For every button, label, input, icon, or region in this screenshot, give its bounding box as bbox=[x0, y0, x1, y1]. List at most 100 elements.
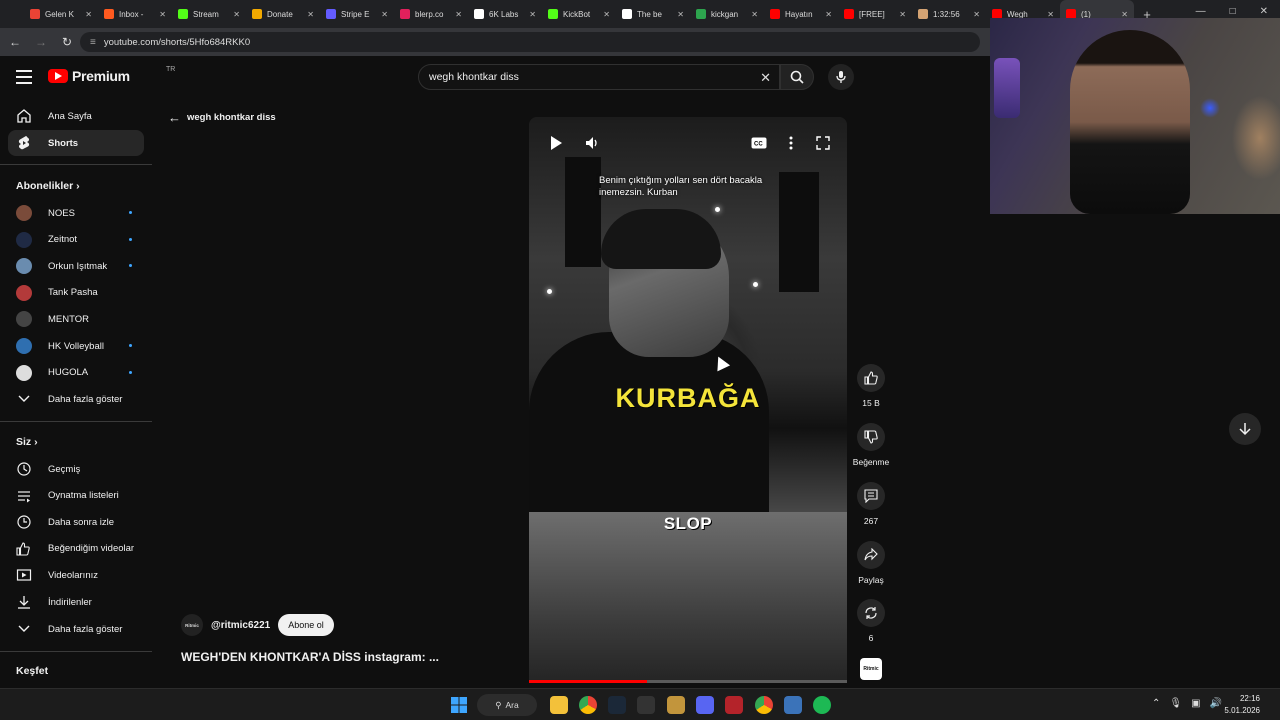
volume-icon[interactable]: 🔊 bbox=[1210, 698, 1222, 709]
browser-tab[interactable]: kickgan ✕ bbox=[690, 0, 764, 28]
close-tab-icon[interactable]: ✕ bbox=[603, 10, 610, 19]
explore-heading[interactable]: Keşfet bbox=[16, 665, 48, 677]
sidebar-item-subscription[interactable]: Tank Pasha bbox=[8, 280, 144, 306]
browser-tab[interactable]: blerp.co ✕ bbox=[394, 0, 468, 28]
subscribe-button[interactable]: Abone ol bbox=[278, 614, 334, 636]
dislike-button[interactable]: Beğenme bbox=[846, 423, 896, 467]
you-heading[interactable]: Siz › bbox=[16, 436, 38, 448]
app-icon[interactable] bbox=[725, 696, 743, 714]
taskbar-clock[interactable]: 22:16 5.01.2026 bbox=[1224, 693, 1260, 717]
chrome-active-icon[interactable] bbox=[755, 696, 773, 714]
browser-tab[interactable]: KickBot ✕ bbox=[542, 0, 616, 28]
display-icon[interactable]: ▣ bbox=[1191, 698, 1200, 709]
close-tab-icon[interactable]: ✕ bbox=[455, 10, 462, 19]
reload-icon[interactable]: ↻ bbox=[60, 35, 74, 49]
back-icon[interactable]: ← bbox=[8, 35, 22, 49]
sidebar-item-watch-later[interactable]: Daha sonra izle bbox=[8, 509, 144, 535]
sidebar-item-subscription[interactable]: NOES bbox=[8, 200, 144, 226]
chevron-up-icon[interactable]: ⌃ bbox=[1152, 698, 1160, 709]
taskbar-search[interactable]: ⚲ Ara bbox=[477, 694, 537, 716]
share-button[interactable]: Paylaş bbox=[851, 541, 891, 585]
discord-icon[interactable] bbox=[696, 696, 714, 714]
menu-icon[interactable] bbox=[16, 70, 32, 88]
chrome-icon[interactable] bbox=[579, 696, 597, 714]
channel-handle[interactable]: @ritmic6221 bbox=[211, 620, 270, 631]
sidebar-item-liked-videos[interactable]: Beğendiğim videolar bbox=[8, 536, 144, 562]
search-button[interactable] bbox=[780, 64, 814, 90]
close-tab-icon[interactable]: ✕ bbox=[159, 10, 166, 19]
sidebar-item-history[interactable]: Geçmiş bbox=[8, 456, 144, 482]
browser-tab[interactable]: Inbox - ✕ bbox=[98, 0, 172, 28]
youtube-logo[interactable]: Premium TR bbox=[48, 66, 175, 84]
browser-tab[interactable]: 1:32:56 ✕ bbox=[912, 0, 986, 28]
sidebar-item-subscription[interactable]: MENTOR bbox=[8, 306, 144, 332]
browser-tab[interactable]: Stream ✕ bbox=[172, 0, 246, 28]
back-to-search[interactable]: ← wegh khontkar diss bbox=[168, 110, 276, 125]
sound-channel-thumbnail[interactable]: Ritmic bbox=[860, 658, 882, 680]
show-more-you[interactable]: Daha fazla göster bbox=[8, 616, 144, 642]
forward-icon[interactable]: → bbox=[34, 35, 48, 49]
close-tab-icon[interactable]: ✕ bbox=[233, 10, 240, 19]
close-tab-icon[interactable]: ✕ bbox=[677, 10, 684, 19]
browser-tab[interactable]: 6K Labs ✕ bbox=[468, 0, 542, 28]
subscriptions-heading[interactable]: Abonelikler › bbox=[16, 180, 80, 192]
epic-games-icon[interactable] bbox=[637, 696, 655, 714]
browser-tab[interactable]: The be ✕ bbox=[616, 0, 690, 28]
maximize-icon[interactable]: □ bbox=[1230, 6, 1236, 17]
clear-search-icon[interactable]: ✕ bbox=[760, 70, 771, 86]
close-tab-icon[interactable]: ✕ bbox=[825, 10, 832, 19]
app-icon[interactable] bbox=[667, 696, 685, 714]
voice-search-button[interactable] bbox=[828, 64, 854, 90]
sidebar-item-home[interactable]: Ana Sayfa bbox=[8, 103, 144, 129]
browser-tab[interactable]: Gelen K ✕ bbox=[24, 0, 98, 28]
shorts-icon bbox=[16, 135, 32, 151]
sidebar-item-subscription[interactable]: Zeitnot bbox=[8, 227, 144, 253]
tab-title: KickBot bbox=[563, 9, 591, 19]
shorts-video-player[interactable]: CC Benim çıktığım yolları sen dört bacak… bbox=[529, 117, 847, 683]
captions-button[interactable]: CC bbox=[748, 132, 770, 154]
show-more-subscriptions[interactable]: Daha fazla göster bbox=[8, 386, 144, 412]
close-tab-icon[interactable]: ✕ bbox=[381, 10, 388, 19]
site-info-icon[interactable]: ≡ bbox=[90, 37, 96, 48]
sidebar-item-label: Daha fazla göster bbox=[48, 623, 123, 635]
sidebar-item-subscription[interactable]: HUGOLA bbox=[8, 360, 144, 386]
spotify-icon[interactable] bbox=[813, 696, 831, 714]
sidebar-item-your-videos[interactable]: Videolarınız bbox=[8, 562, 144, 588]
browser-tab[interactable]: Hayatın ✕ bbox=[764, 0, 838, 28]
browser-tab[interactable]: [FREE] ✕ bbox=[838, 0, 912, 28]
sidebar-item-subscription[interactable]: Orkun Işıtmak bbox=[8, 253, 144, 279]
play-button[interactable] bbox=[545, 132, 567, 154]
close-tab-icon[interactable]: ✕ bbox=[973, 10, 980, 19]
search-input[interactable] bbox=[429, 71, 749, 83]
close-tab-icon[interactable]: ✕ bbox=[85, 10, 92, 19]
close-tab-icon[interactable]: ✕ bbox=[529, 10, 536, 19]
windows-start-icon[interactable] bbox=[450, 696, 468, 714]
video-title[interactable]: WEGH'DEN KHONTKAR'A DİSS instagram: ... bbox=[181, 650, 439, 664]
close-tab-icon[interactable]: ✕ bbox=[899, 10, 906, 19]
close-tab-icon[interactable]: ✕ bbox=[307, 10, 314, 19]
microphone-icon[interactable]: 🎙 bbox=[1169, 698, 1182, 709]
sidebar-item-downloads[interactable]: İndirilenler bbox=[8, 589, 144, 615]
browser-tab[interactable]: Stripe E ✕ bbox=[320, 0, 394, 28]
fullscreen-button[interactable] bbox=[812, 132, 834, 154]
app-icon[interactable] bbox=[784, 696, 802, 714]
mute-button[interactable] bbox=[581, 132, 603, 154]
more-options-button[interactable] bbox=[780, 132, 802, 154]
sidebar-item-subscription[interactable]: HK Volleyball bbox=[8, 333, 144, 359]
search-box[interactable]: ✕ bbox=[418, 64, 780, 90]
remix-button[interactable]: 6 bbox=[851, 599, 891, 643]
steam-icon[interactable] bbox=[608, 696, 626, 714]
close-window-icon[interactable]: ✕ bbox=[1260, 6, 1268, 17]
file-explorer-icon[interactable] bbox=[550, 696, 568, 714]
close-tab-icon[interactable]: ✕ bbox=[751, 10, 758, 19]
address-bar[interactable]: ≡ youtube.com/shorts/5Hfo684RKK0 bbox=[80, 32, 980, 52]
video-progress-bar[interactable] bbox=[529, 680, 847, 683]
next-short-button[interactable] bbox=[1229, 413, 1261, 445]
comments-button[interactable]: 267 bbox=[851, 482, 891, 526]
like-button[interactable]: 15 B bbox=[851, 364, 891, 408]
minimize-icon[interactable]: — bbox=[1196, 6, 1206, 17]
sidebar-item-playlists[interactable]: Oynatma listeleri bbox=[8, 483, 144, 509]
browser-tab[interactable]: Donate ✕ bbox=[246, 0, 320, 28]
channel-avatar[interactable]: Ritmic bbox=[181, 614, 203, 636]
sidebar-item-shorts[interactable]: Shorts bbox=[8, 130, 144, 156]
